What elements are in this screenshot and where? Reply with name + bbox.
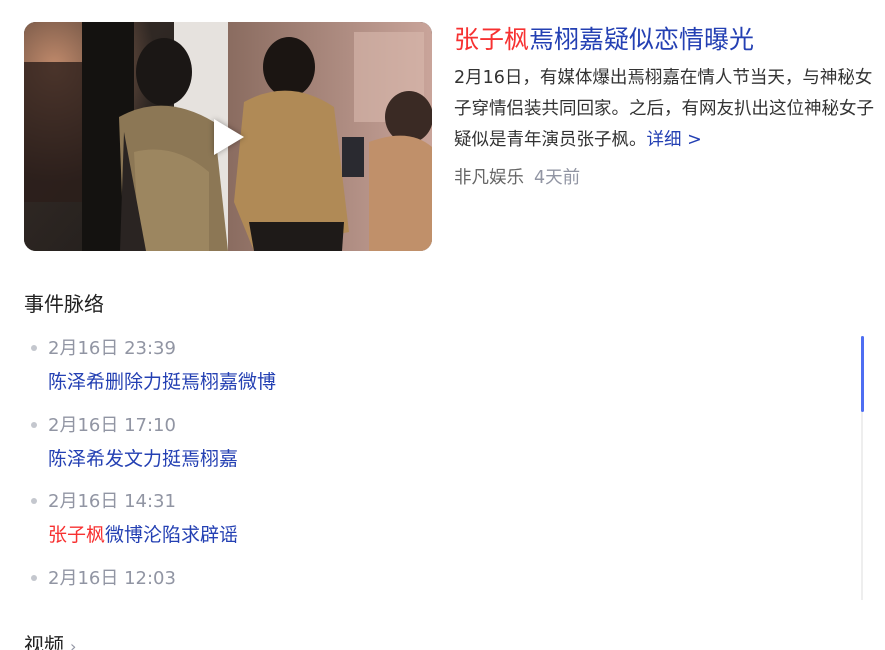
chevron-right-icon: ›: [70, 637, 77, 650]
timeline-item-title[interactable]: 陈泽希发文力挺焉栩嘉: [48, 446, 238, 472]
timeline-item-title[interactable]: 张子枫微博沦陷求辟谣: [48, 522, 238, 548]
video-section-title[interactable]: 视频 ›: [24, 630, 76, 650]
timeline-dot-icon: [31, 345, 37, 351]
timeline-item-time: 2月16日 17:10: [48, 415, 176, 436]
news-title-highlight: 张子枫: [454, 25, 530, 54]
news-summary: 2月16日，有媒体爆出焉栩嘉在情人节当天，与神秘女子穿情侣装共同回家。之后，有网…: [454, 63, 874, 156]
timeline-item-time: 2月16日 12:03: [48, 568, 176, 589]
timeline-dot-icon: [31, 422, 37, 428]
timeline-item-time: 2月16日 14:31: [48, 491, 176, 512]
more-details-link[interactable]: 详细 >: [647, 130, 702, 150]
news-meta: 非凡娱乐 4天前: [454, 164, 580, 192]
timeline-scrollbar[interactable]: [861, 336, 864, 412]
news-title-link[interactable]: 张子枫焉栩嘉疑似恋情曝光: [454, 20, 754, 60]
timeline-item-title-highlight: 张子枫: [48, 524, 106, 546]
timeline-item-title-text: 陈泽希发文力挺焉栩嘉: [48, 448, 239, 470]
timeline-dot-icon: [31, 498, 37, 504]
timeline-item-title[interactable]: 陈泽希删除力挺焉栩嘉微博: [48, 369, 276, 395]
timeline-item-title-text: 微博沦陷求辟谣: [105, 524, 239, 546]
timeline-item-title-text: 陈泽希删除力挺焉栩嘉微博: [48, 371, 277, 393]
news-source[interactable]: 非凡娱乐: [454, 168, 524, 188]
play-icon[interactable]: [214, 119, 244, 155]
video-section-label: 视频: [24, 633, 64, 650]
timeline-section-title: 事件脉络: [24, 292, 104, 316]
news-time: 4天前: [534, 168, 581, 188]
timeline-dot-icon: [31, 575, 37, 581]
news-title-text: 焉栩嘉疑似恋情曝光: [529, 25, 755, 54]
search-result-page: 张子枫焉栩嘉疑似恋情曝光 2月16日，有媒体爆出焉栩嘉在情人节当天，与神秘女子穿…: [0, 0, 885, 650]
timeline-item-time: 2月16日 23:39: [48, 338, 176, 359]
news-thumbnail[interactable]: [24, 22, 432, 251]
